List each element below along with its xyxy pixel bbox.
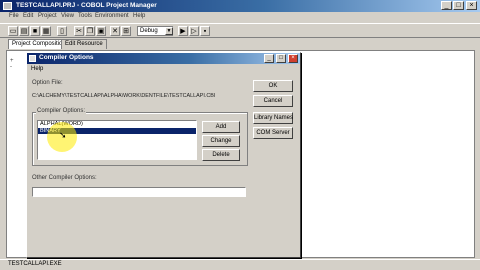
- open-folder-icon[interactable]: ▤: [19, 26, 29, 36]
- save-all-icon[interactable]: ▦: [41, 26, 51, 36]
- new-file-icon[interactable]: ▭: [8, 26, 18, 36]
- run-icon[interactable]: ▶: [178, 26, 188, 36]
- dialog-menu-help[interactable]: Help: [31, 66, 43, 72]
- vertical-scrollbar[interactable]: [474, 50, 480, 258]
- ok-button[interactable]: OK: [253, 80, 293, 92]
- toolbar: [0, 23, 480, 38]
- cut-icon[interactable]: ✂: [74, 26, 84, 36]
- app-icon: [3, 2, 12, 10]
- copy-icon[interactable]: ❐: [85, 26, 95, 36]
- minimize-icon[interactable]: _: [264, 54, 274, 63]
- menu-help[interactable]: Help: [133, 13, 145, 19]
- dialog-title: Compiler Options: [39, 54, 94, 61]
- menu-project[interactable]: Project: [38, 13, 57, 19]
- close-icon[interactable]: ×: [466, 1, 477, 10]
- menu-tools[interactable]: Tools: [78, 13, 92, 19]
- tree-expander[interactable]: -: [10, 64, 20, 70]
- dialog-icon: [29, 55, 36, 62]
- maximize-icon[interactable]: □: [453, 1, 464, 10]
- build-icon[interactable]: ⊞: [121, 26, 131, 36]
- mouse-pointer-icon: ➘: [59, 130, 67, 140]
- library-names-button[interactable]: Library Names: [253, 112, 293, 124]
- save-icon[interactable]: ■: [30, 26, 40, 36]
- other-compiler-options-input[interactable]: [32, 187, 246, 197]
- option-file-path: C:\ALCHEMY\TESTCALLAPI\ALPHA\WORK\DENTFI…: [32, 93, 216, 99]
- add-button[interactable]: Add: [202, 121, 240, 133]
- minimize-icon[interactable]: _: [441, 1, 452, 10]
- com-server-button[interactable]: COM Server: [253, 127, 293, 139]
- delete-icon[interactable]: ✕: [110, 26, 120, 36]
- project-tree[interactable]: + -: [10, 58, 20, 78]
- status-text: TESTCALLAPI.EXE: [8, 261, 62, 267]
- maximize-icon[interactable]: □: [276, 54, 286, 63]
- close-icon[interactable]: ×: [288, 54, 298, 63]
- compiler-options-label: Compiler Options:: [36, 108, 87, 114]
- change-button[interactable]: Change: [202, 135, 240, 147]
- paste-icon[interactable]: ▣: [96, 26, 106, 36]
- option-file-label: Option File:: [32, 80, 63, 86]
- menu-view[interactable]: View: [61, 13, 74, 19]
- menu-environment[interactable]: Environment: [95, 13, 129, 19]
- chevron-down-icon[interactable]: ▼: [165, 27, 173, 35]
- tab-edit-resource[interactable]: Edit Resource: [61, 39, 107, 49]
- menu-file[interactable]: File: [9, 13, 19, 19]
- step-icon[interactable]: ▷: [189, 26, 199, 36]
- window-title: TESTCALLAPI.PRJ - COBOL Project Manager: [16, 2, 157, 9]
- properties-icon[interactable]: ▯: [57, 26, 67, 36]
- other-compiler-options-label: Other Compiler Options:: [32, 175, 97, 181]
- cancel-button[interactable]: Cancel: [253, 95, 293, 107]
- stop-icon[interactable]: ▪: [200, 26, 210, 36]
- status-bar: [0, 259, 480, 270]
- delete-button[interactable]: Delete: [202, 149, 240, 161]
- menu-edit[interactable]: Edit: [23, 13, 33, 19]
